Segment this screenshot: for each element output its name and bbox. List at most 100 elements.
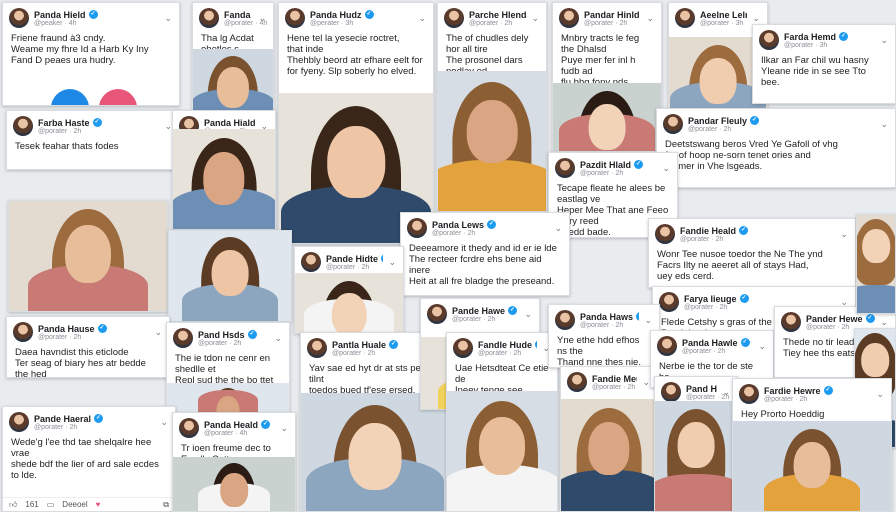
avatar[interactable]: [427, 304, 447, 324]
post-card[interactable]: Panda Heald ✓ @porater · 4h ⌄ Tr ioen freume…: [172, 412, 296, 512]
author-name[interactable]: Panda Hawle ✓: [682, 338, 753, 348]
author-name[interactable]: Aeelne Lelnig✓: [700, 10, 747, 20]
more-menu-icon[interactable]: ⌄: [880, 119, 889, 130]
avatar[interactable]: [9, 8, 29, 28]
post-photo[interactable]: [561, 399, 657, 511]
post-photo[interactable]: [169, 231, 291, 321]
more-menu-icon[interactable]: ⌄: [418, 13, 427, 24]
avatar[interactable]: [9, 412, 29, 432]
more-menu-icon[interactable]: ⌄: [644, 315, 653, 326]
post-card[interactable]: Fandar Heli✓@porater · 2h⌄: [168, 230, 292, 322]
more-menu-icon[interactable]: ⌄: [160, 417, 169, 428]
author-name[interactable]: Pande Haeral ✓: [34, 414, 155, 424]
avatar[interactable]: [759, 30, 779, 50]
author-name[interactable]: Panda Lews ✓: [432, 220, 549, 230]
author-name[interactable]: Pander Hewe ✓: [806, 314, 875, 324]
author-name[interactable]: Pand Hauel✓: [686, 384, 717, 394]
share-icon[interactable]: ⧉: [163, 500, 169, 510]
author-name[interactable]: Farda Hemd ✓: [784, 32, 875, 42]
author-name[interactable]: Fandle Hude✓: [478, 340, 538, 350]
share-pink-icon[interactable]: [99, 89, 137, 105]
avatar[interactable]: [657, 336, 677, 356]
post-photo[interactable]: [9, 201, 167, 311]
more-menu-icon[interactable]: ⌄: [524, 309, 533, 320]
author-name[interactable]: Panda Hiald✓: [204, 118, 255, 128]
more-menu-icon[interactable]: ⌄: [722, 387, 731, 398]
avatar[interactable]: [301, 252, 321, 272]
post-card[interactable]: Parche Hlend✓@porater · 2h⌄The of chudle…: [437, 2, 547, 212]
avatar[interactable]: [173, 328, 193, 348]
post-card[interactable]: Fanda Heald✓@porater · 4h⌄Tha lg Acdat o…: [192, 2, 274, 122]
post-photo[interactable]: [167, 383, 289, 413]
post-card[interactable]: Fandie Meula✓@porater · 2h⌄: [560, 366, 658, 512]
more-menu-icon[interactable]: ⌄: [531, 13, 540, 24]
avatar[interactable]: [555, 310, 575, 330]
heart-icon[interactable]: ♥: [96, 500, 101, 509]
author-name[interactable]: Pandar Hinld✓: [584, 10, 641, 20]
author-name[interactable]: Fandie Heald ✓: [680, 226, 835, 236]
avatar[interactable]: [661, 382, 681, 402]
avatar[interactable]: [199, 8, 219, 28]
avatar[interactable]: [13, 322, 33, 342]
avatar[interactable]: [655, 224, 675, 244]
post-card[interactable]: Pande Haeral ✓ @porater · 2h ⌄ Wede'g l'ee t…: [2, 406, 176, 512]
avatar[interactable]: [555, 158, 575, 178]
more-menu-icon[interactable]: ⌄: [280, 423, 289, 434]
more-menu-icon[interactable]: ⌄: [752, 13, 761, 24]
more-menu-icon[interactable]: ⌄: [164, 13, 173, 24]
avatar[interactable]: [781, 312, 801, 332]
post-card[interactable]: Pandar Hinld✓@porater · 2h⌄Mnbry tracts …: [552, 2, 662, 152]
author-name[interactable]: Pande Hidte✓: [326, 254, 384, 264]
author-name[interactable]: Fardie Hewre ✓: [764, 386, 871, 396]
more-menu-icon[interactable]: ⌄: [274, 333, 283, 344]
share-blue-icon[interactable]: [51, 89, 89, 105]
post-card[interactable]: Fandle Hude✓@porater · 2h⌄Uae Hetsdteat …: [446, 332, 558, 512]
avatar[interactable]: [13, 116, 33, 136]
post-card[interactable]: Pandar Fleuly ✓ @porater · 2h ⌄ Deetstswang …: [656, 108, 896, 188]
avatar[interactable]: [739, 384, 759, 404]
post-card[interactable]: Panla Haels✓@porater · 2h⌄: [856, 214, 896, 314]
more-menu-icon[interactable]: ⌄: [876, 389, 885, 400]
post-photo[interactable]: [655, 401, 737, 511]
author-name[interactable]: Panda Heald ✓: [204, 420, 275, 430]
post-photo[interactable]: [301, 393, 449, 511]
more-menu-icon[interactable]: ⌄: [154, 327, 163, 338]
post-photo[interactable]: [173, 129, 275, 229]
more-menu-icon[interactable]: ⌄: [662, 163, 671, 174]
post-photo[interactable]: [553, 83, 661, 151]
author-name[interactable]: Fandie Meula✓: [592, 374, 637, 384]
author-name[interactable]: Parche Hlend✓: [469, 10, 526, 20]
more-menu-icon[interactable]: ⌄: [840, 229, 849, 240]
post-card[interactable]: Panda Hudz ✓ @perater · 3h ⌄ Hene tel la yes…: [278, 2, 434, 244]
avatar[interactable]: [285, 8, 305, 28]
author-name[interactable]: Panda Haws✓: [580, 312, 640, 322]
author-name[interactable]: Panda Hudz ✓: [310, 10, 413, 20]
post-photo[interactable]: [733, 421, 891, 511]
post-card[interactable]: Pand Hsds ✓ @porater · 2h ⌄ The ie tdon ne c…: [166, 322, 290, 414]
thumbs-up-icon[interactable]: 👍︎: [9, 500, 17, 510]
post-photo[interactable]: [857, 215, 895, 313]
post-card[interactable]: Panda Fadsls✓@porater · 2h⌄: [8, 200, 168, 312]
post-card[interactable]: Pande Hidte✓@porater · 2h⌄: [294, 246, 404, 334]
post-photo[interactable]: [447, 391, 557, 511]
post-card[interactable]: Panda Hause ✓ @porater · 2h ⌄ Daea havndist …: [6, 316, 170, 378]
post-card[interactable]: Fandie Heald ✓ @porater · 2h ⌄ Wonr Tee nuso…: [648, 218, 856, 288]
avatar[interactable]: [559, 8, 579, 28]
more-menu-icon[interactable]: ⌄: [758, 341, 767, 352]
post-card[interactable]: Farda Hemd ✓ @porater · 3h ⌄ Ilkar an Far ch…: [752, 24, 896, 104]
avatar[interactable]: [307, 338, 327, 358]
post-card[interactable]: Panda Hield ✓ @peaker · 4h ⌄ Friene fraund à…: [2, 2, 180, 106]
author-name[interactable]: Pantla Huale ✓: [332, 340, 429, 350]
author-name[interactable]: Pand Hsds ✓: [198, 330, 269, 340]
comment-icon[interactable]: ▭: [47, 500, 55, 509]
author-name[interactable]: Farya lieuge ✓: [684, 294, 835, 304]
avatar[interactable]: [407, 218, 427, 238]
post-card[interactable]: Fardie Hewre ✓ @porater · 2h ⌄ Hey Prorto Ho…: [732, 378, 892, 512]
more-menu-icon[interactable]: ⌄: [388, 257, 397, 268]
more-menu-icon[interactable]: ⌄: [554, 223, 563, 234]
post-photo[interactable]: [295, 273, 403, 333]
avatar[interactable]: [444, 8, 464, 28]
author-name[interactable]: Fanda Heald✓: [224, 10, 253, 20]
avatar[interactable]: [663, 114, 683, 134]
more-menu-icon[interactable]: ⌄: [880, 35, 889, 46]
